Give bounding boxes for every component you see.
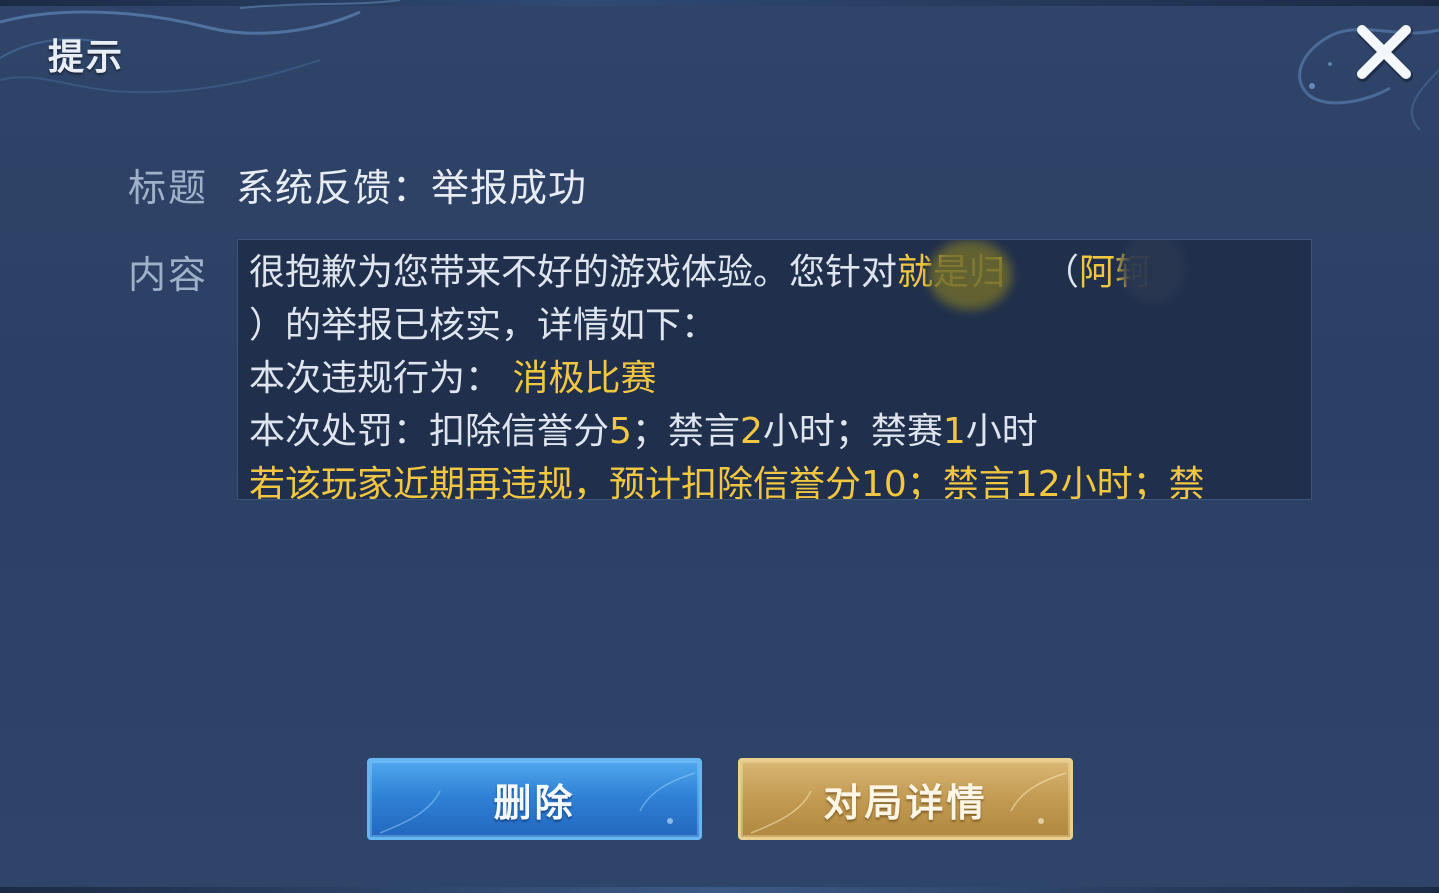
content-line-3: 本次违规行为： 消极比赛 (249, 352, 1309, 405)
content-line-4: 本次处罚：扣除信誉分5；禁言2小时；禁赛1小时 (249, 405, 1309, 458)
close-x-icon (1357, 25, 1413, 82)
violation-label: 本次违规行为： (249, 358, 502, 399)
line1-text: 很抱歉为您带来不好的游戏体验。您针对 (249, 252, 898, 293)
penalty-mute-value: 2 (739, 411, 763, 452)
content-line-2: ）的举报已核实，详情如下： (249, 299, 1309, 352)
penalty-ban-value: 1 (942, 411, 966, 452)
match-detail-button[interactable]: 对局详情 (738, 758, 1073, 840)
redaction-blob-1 (928, 240, 1012, 310)
bottom-border (0, 887, 1439, 893)
penalty-text-c: ；禁言 (631, 411, 740, 452)
future-penalty-text: 若该玩家近期再违规，预计扣除信誉分10；禁言12小时；禁 (249, 464, 1205, 500)
report-result-dialog: 提示 标题 系统反馈：举报成功 内容 很抱歉为您带来不好的游戏体验。您针对就是归… (0, 0, 1439, 893)
content-scroll-area[interactable]: 很抱歉为您带来不好的游戏体验。您针对就是归（阿轲 ）的举报已核实，详情如下： 本… (237, 239, 1312, 500)
penalty-credit-value: 5 (609, 411, 632, 452)
close-button[interactable] (1350, 18, 1418, 86)
delete-button-label: 删除 (493, 780, 576, 825)
dialog-title: 提示 (48, 37, 125, 78)
penalty-text-a: 本次处罚：扣除信誉分 (249, 411, 610, 452)
subject-label: 标题 (128, 166, 209, 210)
content-line-5: 若该玩家近期再违规，预计扣除信誉分10；禁言12小时；禁 (249, 458, 1309, 500)
penalty-text-g: 小时 (965, 411, 1038, 452)
subject-value: 系统反馈：举报成功 (236, 166, 588, 210)
delete-button[interactable]: 删除 (367, 758, 702, 840)
violation-value: 消极比赛 (512, 358, 657, 399)
content-label: 内容 (128, 253, 209, 297)
cloud-ornament-decoration (0, 0, 1439, 131)
match-detail-button-label: 对局详情 (823, 780, 988, 825)
line2-text: ）的举报已核实，详情如下： (249, 305, 718, 346)
penalty-text-e: 小时；禁赛 (762, 411, 943, 452)
line1-paren: （ (1043, 252, 1080, 293)
